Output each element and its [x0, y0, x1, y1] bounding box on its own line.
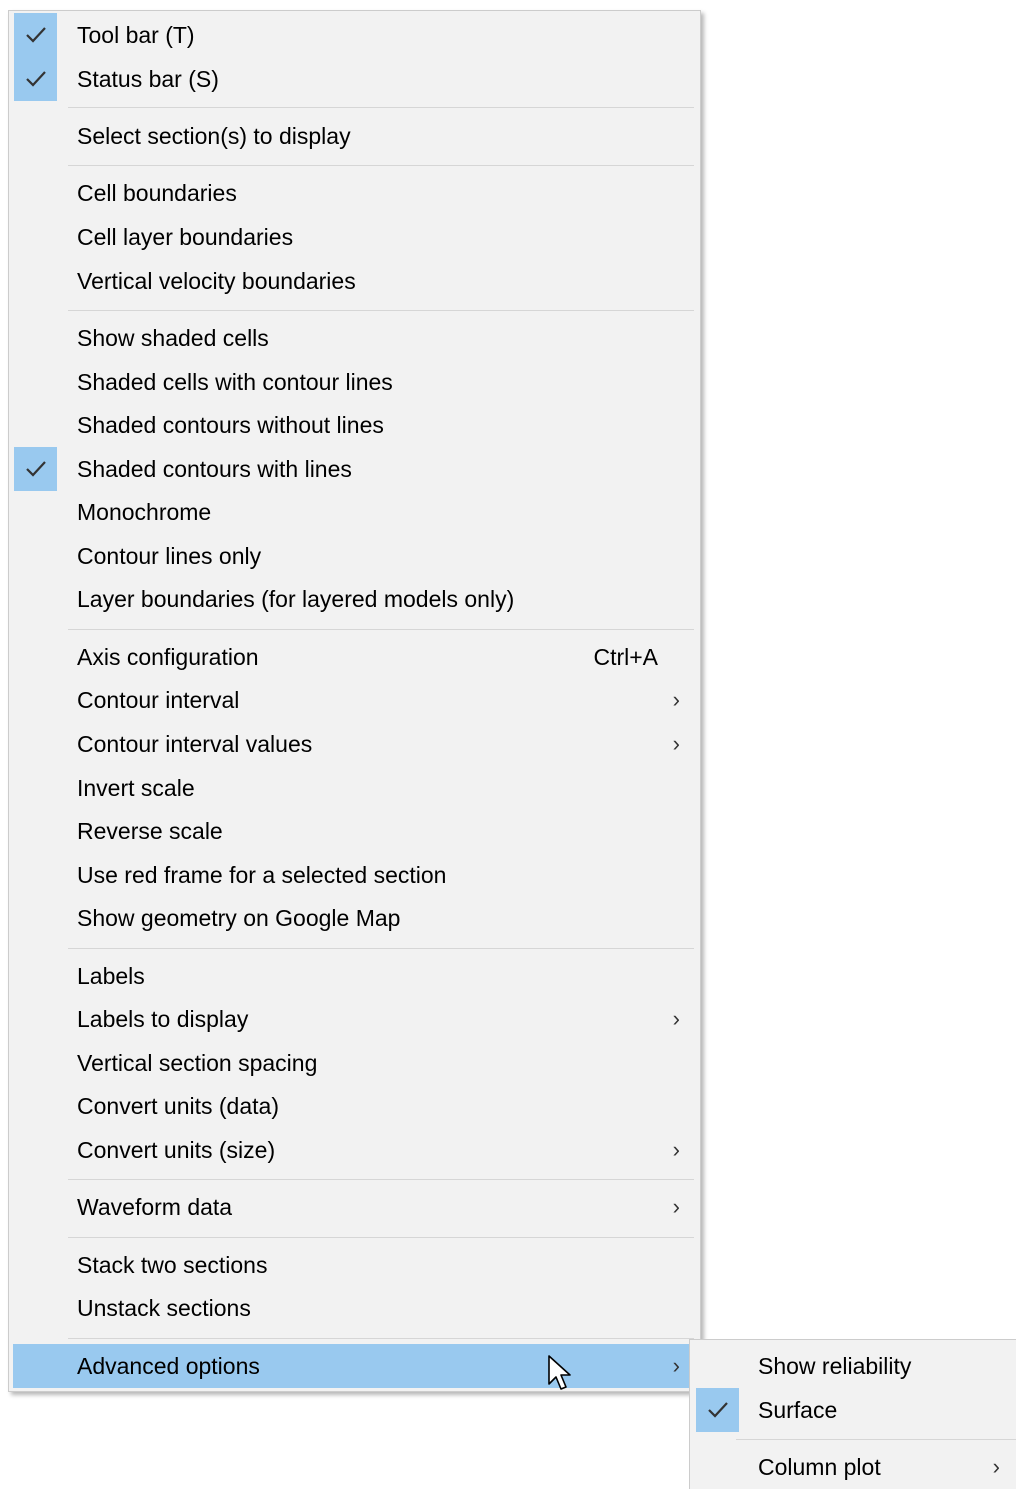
- menu-item-label: Contour interval values: [77, 731, 313, 757]
- check-icon: [696, 1388, 739, 1432]
- menu-item-google-map[interactable]: Show geometry on Google Map: [13, 896, 696, 940]
- menu-item-tool-bar[interactable]: Tool bar (T): [13, 13, 696, 57]
- advanced-options-submenu: Show reliability Surface Column plot ›: [689, 1339, 1016, 1489]
- menu-item-label: Contour lines only: [77, 543, 262, 569]
- check-icon: [14, 13, 57, 57]
- menu-separator: [68, 1338, 694, 1339]
- submenu-item-label: Surface: [758, 1397, 838, 1423]
- menu-separator: [68, 1237, 694, 1238]
- menu-item-label: Unstack sections: [77, 1295, 251, 1321]
- menu-item-label: Convert units (data): [77, 1093, 279, 1119]
- menu-item-cell-layer-boundaries[interactable]: Cell layer boundaries: [13, 215, 696, 259]
- menu-separator: [68, 107, 694, 108]
- submenu-item-label: Column plot: [758, 1454, 881, 1480]
- check-icon: [14, 57, 57, 101]
- menu-item-label: Cell boundaries: [77, 180, 237, 206]
- check-icon: [14, 447, 57, 491]
- menu-item-label: Convert units (size): [77, 1137, 276, 1163]
- menu-item-label: Cell layer boundaries: [77, 224, 294, 250]
- menu-item-vertical-velocity-boundaries[interactable]: Vertical velocity boundaries: [13, 259, 696, 303]
- chevron-right-icon: ›: [672, 731, 680, 756]
- menu-item-show-shaded-cells[interactable]: Show shaded cells: [13, 316, 696, 360]
- menu-separator: [68, 310, 694, 311]
- chevron-right-icon: ›: [672, 1006, 680, 1031]
- submenu-item-surface[interactable]: Surface: [694, 1388, 1012, 1432]
- menu-item-stack-two-sections[interactable]: Stack two sections: [13, 1243, 696, 1287]
- menu-item-label: Vertical section spacing: [77, 1050, 318, 1076]
- menu-item-shaded-contours-without-lines[interactable]: Shaded contours without lines: [13, 403, 696, 447]
- menu-item-cell-boundaries[interactable]: Cell boundaries: [13, 171, 696, 215]
- menu-item-waveform-data[interactable]: Waveform data ›: [13, 1185, 696, 1229]
- submenu-item-label: Show reliability: [758, 1353, 912, 1379]
- menu-item-status-bar[interactable]: Status bar (S): [13, 57, 696, 101]
- menu-item-label: Tool bar (T): [77, 22, 195, 48]
- menu-item-label: Axis configuration: [77, 644, 259, 670]
- menu-item-red-frame[interactable]: Use red frame for a selected section: [13, 853, 696, 897]
- menu-item-label: Status bar (S): [77, 66, 219, 92]
- menu-item-label: Vertical velocity boundaries: [77, 268, 356, 294]
- menu-item-contour-interval-values[interactable]: Contour interval values ›: [13, 722, 696, 766]
- menu-item-vertical-section-spacing[interactable]: Vertical section spacing: [13, 1041, 696, 1085]
- menu-item-label: Invert scale: [77, 775, 195, 801]
- screenshot: Tool bar (T) Status bar (S) Select secti…: [0, 0, 1016, 1489]
- menu-item-axis-configuration[interactable]: Axis configuration Ctrl+A: [13, 635, 696, 679]
- menu-item-reverse-scale[interactable]: Reverse scale: [13, 809, 696, 853]
- chevron-right-icon: ›: [672, 687, 680, 712]
- chevron-right-icon: ›: [672, 1194, 680, 1219]
- submenu-item-column-plot[interactable]: Column plot ›: [694, 1445, 1012, 1489]
- menu-item-monochrome[interactable]: Monochrome: [13, 490, 696, 534]
- chevron-right-icon: ›: [992, 1454, 1000, 1479]
- menu-item-label: Layer boundaries (for layered models onl…: [77, 586, 515, 612]
- menu-separator: [68, 165, 694, 166]
- menu-item-convert-units-size[interactable]: Convert units (size) ›: [13, 1128, 696, 1172]
- chevron-right-icon: ›: [672, 1353, 680, 1378]
- menu-item-label: Contour interval: [77, 687, 240, 713]
- menu-separator: [68, 629, 694, 630]
- menu-item-label: Shaded contours without lines: [77, 412, 384, 438]
- menu-item-label: Show geometry on Google Map: [77, 905, 401, 931]
- menu-item-label: Monochrome: [77, 499, 212, 525]
- menu-item-unstack-sections[interactable]: Unstack sections: [13, 1286, 696, 1330]
- menu-item-advanced-options[interactable]: Advanced options ›: [13, 1344, 696, 1388]
- menu-item-labels[interactable]: Labels: [13, 954, 696, 998]
- context-menu: Tool bar (T) Status bar (S) Select secti…: [8, 10, 701, 1392]
- submenu-item-show-reliability[interactable]: Show reliability: [694, 1344, 1012, 1388]
- menu-separator: [736, 1439, 1016, 1440]
- menu-item-label: Select section(s) to display: [77, 123, 351, 149]
- menu-separator: [68, 948, 694, 949]
- menu-item-select-sections[interactable]: Select section(s) to display: [13, 114, 696, 158]
- menu-item-label: Reverse scale: [77, 818, 223, 844]
- menu-separator: [68, 1179, 694, 1180]
- menu-item-label: Labels to display: [77, 1006, 249, 1032]
- menu-item-label: Stack two sections: [77, 1252, 268, 1278]
- menu-item-label: Labels: [77, 963, 145, 989]
- menu-item-label: Shaded cells with contour lines: [77, 369, 393, 395]
- menu-item-label: Use red frame for a selected section: [77, 862, 447, 888]
- menu-item-contour-lines-only[interactable]: Contour lines only: [13, 534, 696, 578]
- menu-item-shaded-cells-contour-lines[interactable]: Shaded cells with contour lines: [13, 360, 696, 404]
- menu-item-label: Advanced options: [77, 1353, 260, 1379]
- menu-item-contour-interval[interactable]: Contour interval ›: [13, 678, 696, 722]
- menu-item-label: Waveform data: [77, 1194, 233, 1220]
- mouse-pointer-icon: [548, 1355, 571, 1390]
- menu-item-invert-scale[interactable]: Invert scale: [13, 766, 696, 810]
- chevron-right-icon: ›: [672, 1137, 680, 1162]
- menu-item-label: Shaded contours with lines: [77, 456, 352, 482]
- menu-item-labels-to-display[interactable]: Labels to display ›: [13, 997, 696, 1041]
- menu-item-shortcut: Ctrl+A: [593, 644, 658, 670]
- menu-item-convert-units-data[interactable]: Convert units (data): [13, 1084, 696, 1128]
- menu-item-shaded-contours-with-lines[interactable]: Shaded contours with lines: [13, 447, 696, 491]
- menu-item-label: Show shaded cells: [77, 325, 269, 351]
- menu-item-layer-boundaries[interactable]: Layer boundaries (for layered models onl…: [13, 577, 696, 621]
